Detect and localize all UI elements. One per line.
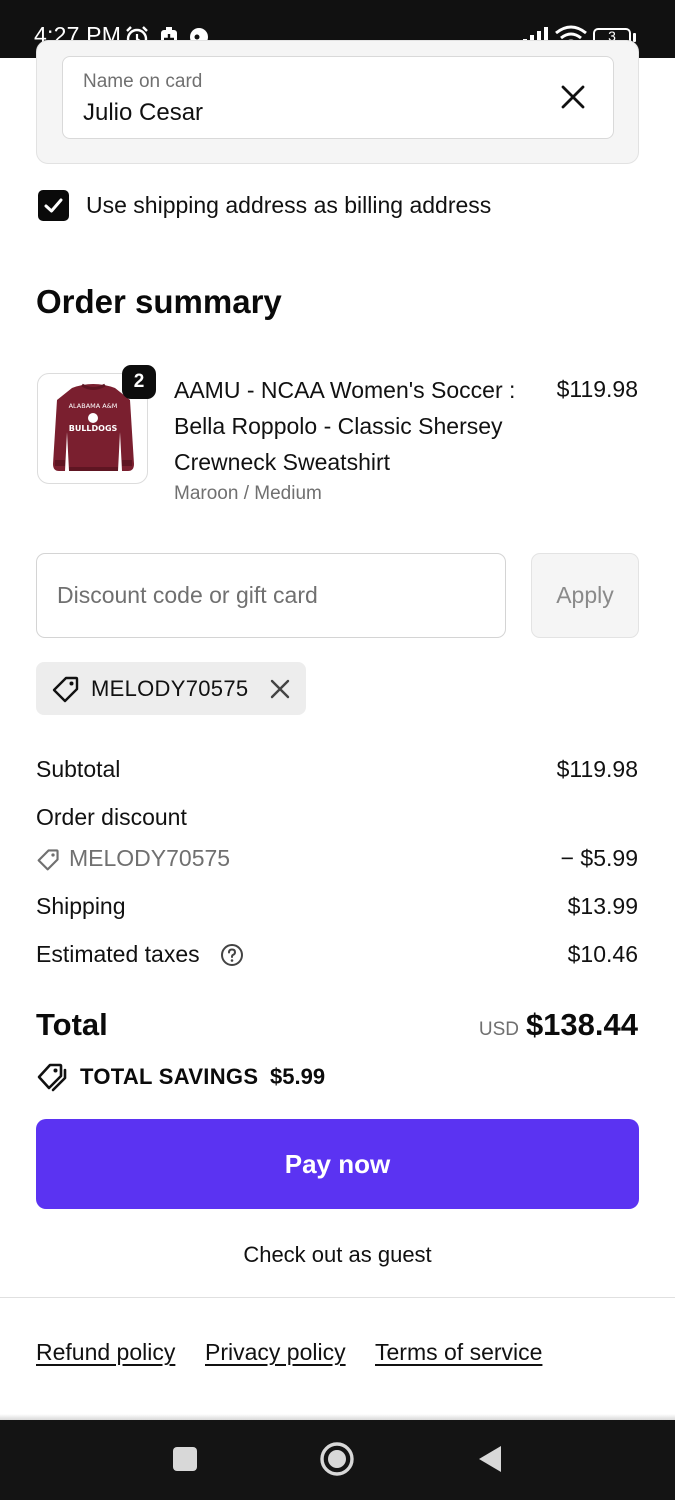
total-savings-value: $5.99 bbox=[270, 1064, 326, 1089]
discount-code-input[interactable] bbox=[36, 553, 506, 638]
remove-discount-icon[interactable] bbox=[268, 677, 292, 701]
product-price: $119.98 bbox=[556, 376, 638, 402]
shipping-value: $13.99 bbox=[567, 893, 638, 919]
total-value: $138.44 bbox=[525, 1007, 638, 1042]
battery-tip bbox=[633, 33, 636, 42]
estimated-taxes-value: $10.46 bbox=[567, 941, 638, 967]
checkmark-icon bbox=[44, 198, 63, 213]
recent-apps-button[interactable] bbox=[173, 1447, 197, 1471]
discount-code-line: MELODY70575 bbox=[69, 845, 231, 871]
shipping-label: Shipping bbox=[36, 893, 126, 919]
help-icon[interactable] bbox=[220, 943, 244, 967]
name-on-card-field[interactable]: Name on card Julio Cesar bbox=[62, 56, 614, 139]
apply-button[interactable]: Apply bbox=[531, 553, 639, 638]
tag-icon bbox=[52, 676, 79, 703]
billing-address-label[interactable]: Use shipping address as billing address bbox=[86, 192, 491, 219]
total-currency: USD bbox=[478, 1019, 519, 1040]
pay-now-button[interactable]: Pay now bbox=[36, 1119, 639, 1209]
terms-of-service-link[interactable]: Terms of service bbox=[375, 1339, 542, 1366]
quantity-badge: 2 bbox=[122, 365, 156, 399]
discount-tag-icon bbox=[37, 849, 59, 871]
applied-discount-chip: MELODY70575 bbox=[36, 662, 306, 715]
checkout-as-guest-link[interactable]: Check out as guest bbox=[0, 1242, 675, 1268]
refund-policy-link[interactable]: Refund policy bbox=[36, 1339, 175, 1366]
product-name: AAMU - NCAA Women's Soccer : Bella Roppo… bbox=[174, 377, 516, 475]
thumb-text-main: BULLDOGS bbox=[69, 424, 118, 433]
name-on-card-value[interactable]: Julio Cesar bbox=[83, 99, 203, 127]
order-discount-label: Order discount bbox=[36, 804, 187, 830]
privacy-policy-link[interactable]: Privacy policy bbox=[205, 1339, 346, 1366]
billing-address-checkbox[interactable] bbox=[38, 190, 69, 221]
clear-icon[interactable] bbox=[559, 83, 587, 111]
applied-discount-code: MELODY70575 bbox=[91, 676, 249, 701]
total-savings-label: TOTAL SAVINGS bbox=[80, 1064, 259, 1089]
name-on-card-label: Name on card bbox=[83, 71, 203, 92]
home-button[interactable] bbox=[319, 1441, 355, 1477]
total-label: Total bbox=[36, 1007, 108, 1042]
product-variant: Maroon / Medium bbox=[174, 483, 322, 504]
back-button[interactable] bbox=[477, 1444, 503, 1474]
discount-value: − $5.99 bbox=[560, 845, 638, 871]
thumb-text-top: ALABAMA A&M bbox=[69, 402, 118, 410]
footer-divider bbox=[0, 1297, 675, 1298]
system-navigation-bar bbox=[0, 1420, 675, 1500]
estimated-taxes-label: Estimated taxes bbox=[36, 941, 200, 967]
subtotal-value: $119.98 bbox=[556, 756, 638, 782]
order-summary-title: Order summary bbox=[36, 283, 282, 320]
subtotal-label: Subtotal bbox=[36, 756, 121, 782]
savings-tag-icon bbox=[37, 1063, 67, 1092]
